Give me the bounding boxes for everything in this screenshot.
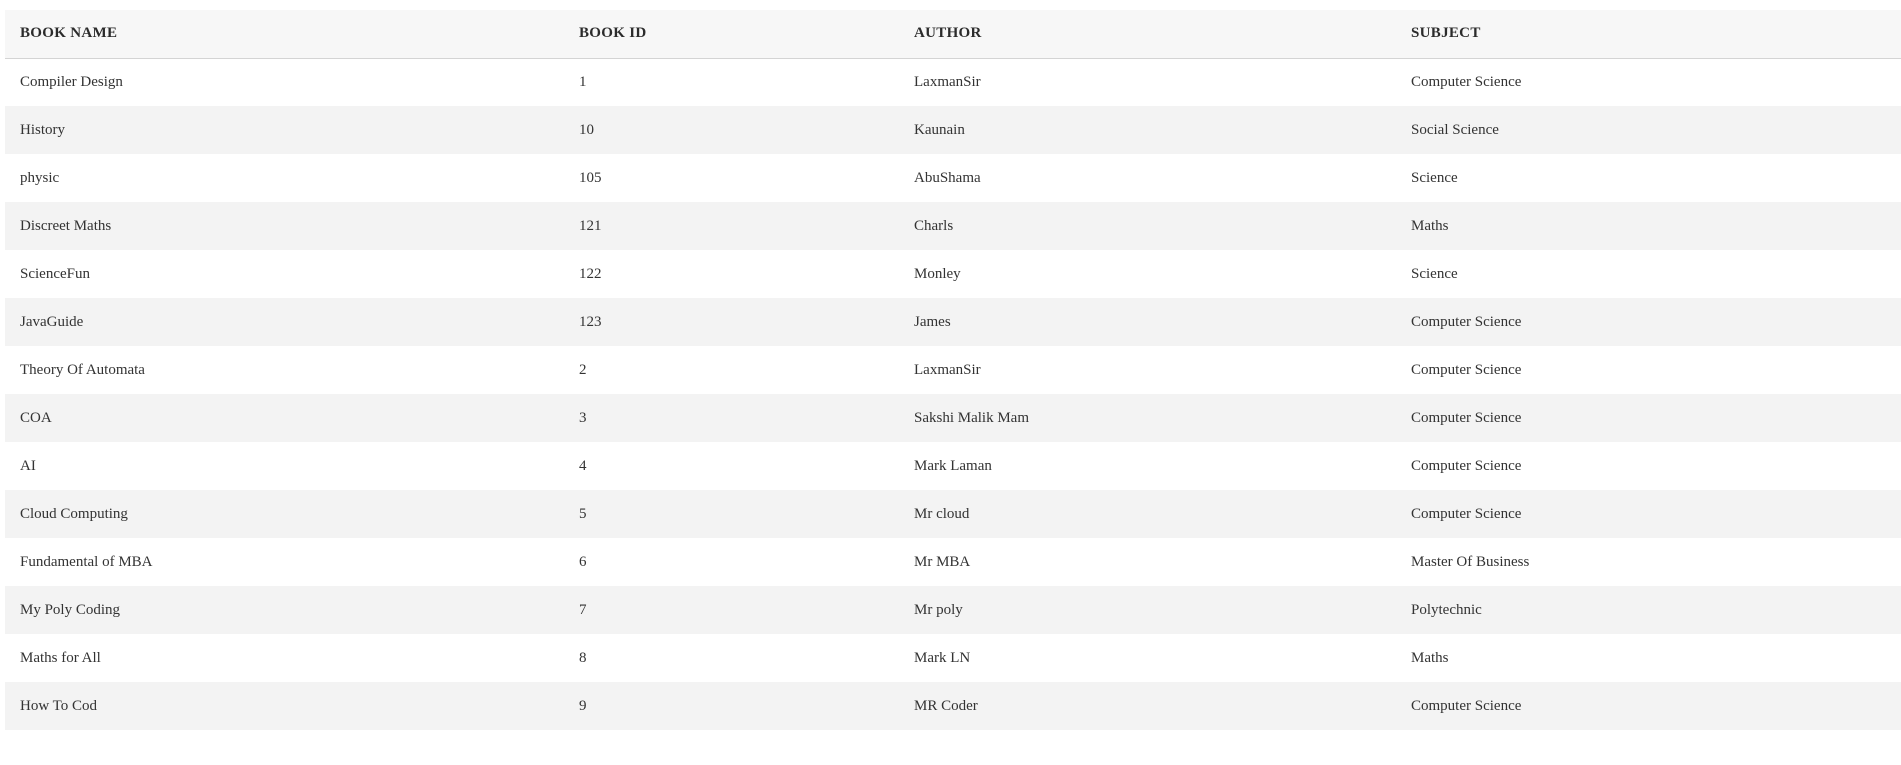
cell-subject: Computer Science (1411, 697, 1522, 714)
cell-subject: Computer Science (1411, 409, 1522, 426)
cell-subject: Social Science (1411, 121, 1499, 138)
header-row: BOOK NAME BOOK ID AUTHOR SUBJECT (5, 10, 1901, 58)
header-book-name: BOOK NAME (20, 25, 118, 42)
table-row: History 10 Kaunain Social Science (5, 106, 1901, 154)
cell-book-name: Theory Of Automata (20, 361, 145, 378)
cell-subject: Science (1411, 265, 1458, 282)
cell-subject: Maths (1411, 649, 1449, 666)
cell-book-name: ScienceFun (20, 265, 90, 282)
table-row: COA 3 Sakshi Malik Mam Computer Science (5, 394, 1901, 442)
cell-subject: Computer Science (1411, 361, 1522, 378)
cell-book-id: 105 (579, 169, 602, 186)
cell-subject: Science (1411, 169, 1458, 186)
cell-book-id: 121 (579, 217, 602, 234)
cell-book-name: Discreet Maths (20, 217, 112, 234)
cell-author: Sakshi Malik Mam (914, 409, 1029, 426)
cell-book-id: 5 (579, 505, 587, 522)
cell-author: LaxmanSir (914, 73, 981, 90)
cell-book-id: 2 (579, 361, 587, 378)
header-author: AUTHOR (914, 25, 982, 42)
cell-author: Kaunain (914, 121, 965, 138)
books-table: BOOK NAME BOOK ID AUTHOR SUBJECT Compile… (5, 10, 1901, 730)
cell-book-name: Cloud Computing (20, 505, 128, 522)
cell-book-id: 1 (579, 73, 587, 90)
table-row: Compiler Design 1 LaxmanSir Computer Scienc… (5, 58, 1901, 106)
cell-book-name: physic (20, 169, 60, 186)
table-header: BOOK NAME BOOK ID AUTHOR SUBJECT (5, 10, 1901, 58)
cell-book-name: Fundamental of MBA (20, 553, 153, 570)
table-row: Discreet Maths 121 Charls Maths (5, 202, 1901, 250)
table-row: Cloud Computing 5 Mr cloud Computer Science (5, 490, 1901, 538)
cell-book-id: 4 (579, 457, 587, 474)
table-row: Maths for All 8 Mark LN Maths (5, 634, 1901, 682)
cell-subject: Computer Science (1411, 313, 1522, 330)
cell-book-name: Compiler Design (20, 73, 123, 90)
cell-book-id: 123 (579, 313, 602, 330)
cell-author: LaxmanSir (914, 361, 981, 378)
cell-author: Mr poly (914, 601, 963, 618)
table-row: Theory Of Automata 2 LaxmanSir Computer Sci… (5, 346, 1901, 394)
table-row: My Poly Coding 7 Mr poly Polytechnic (5, 586, 1901, 634)
table-row: Fundamental of MBA 6 Mr MBA Master Of Busin… (5, 538, 1901, 586)
cell-author: Charls (914, 217, 954, 234)
cell-book-name: JavaGuide (20, 313, 84, 330)
cell-author: Mark Laman (914, 457, 992, 474)
cell-subject: Master Of Business (1411, 553, 1530, 570)
cell-book-name: Maths for All (20, 649, 101, 666)
table-row: How To Cod 9 MR Coder Computer Science (5, 682, 1901, 730)
cell-author: Mr cloud (914, 505, 970, 522)
cell-book-name: History (20, 121, 65, 138)
cell-author: Mark LN (914, 649, 971, 666)
cell-book-name: My Poly Coding (20, 601, 121, 618)
table-body: Compiler Design 1 LaxmanSir Computer Scienc… (5, 58, 1901, 730)
books-table-container: BOOK NAME BOOK ID AUTHOR SUBJECT Compile… (5, 10, 1901, 730)
cell-book-id: 3 (579, 409, 587, 426)
cell-book-id: 122 (579, 265, 602, 282)
cell-subject: Maths (1411, 217, 1449, 234)
table-row: ScienceFun 122 Monley Science (5, 250, 1901, 298)
header-book-id: BOOK ID (579, 25, 647, 42)
cell-book-id: 8 (579, 649, 587, 666)
cell-subject: Polytechnic (1411, 601, 1482, 618)
cell-author: MR Coder (914, 697, 978, 714)
cell-author: AbuShama (914, 169, 981, 186)
table-row: physic 105 AbuShama Science (5, 154, 1901, 202)
header-subject: SUBJECT (1411, 25, 1481, 42)
cell-subject: Computer Science (1411, 505, 1522, 522)
cell-author: Monley (914, 265, 961, 282)
cell-subject: Computer Science (1411, 73, 1522, 90)
cell-subject: Computer Science (1411, 457, 1522, 474)
cell-book-id: 9 (579, 697, 587, 714)
cell-book-id: 10 (579, 121, 594, 138)
cell-author: Mr MBA (914, 553, 971, 570)
cell-book-name: AI (20, 457, 36, 474)
table-row: JavaGuide 123 James Computer Science (5, 298, 1901, 346)
cell-book-name: How To Cod (20, 697, 98, 714)
cell-book-id: 6 (579, 553, 587, 570)
cell-author: James (914, 313, 951, 330)
table-row: AI 4 Mark Laman Computer Science (5, 442, 1901, 490)
cell-book-name: COA (20, 409, 52, 426)
cell-book-id: 7 (579, 601, 587, 618)
